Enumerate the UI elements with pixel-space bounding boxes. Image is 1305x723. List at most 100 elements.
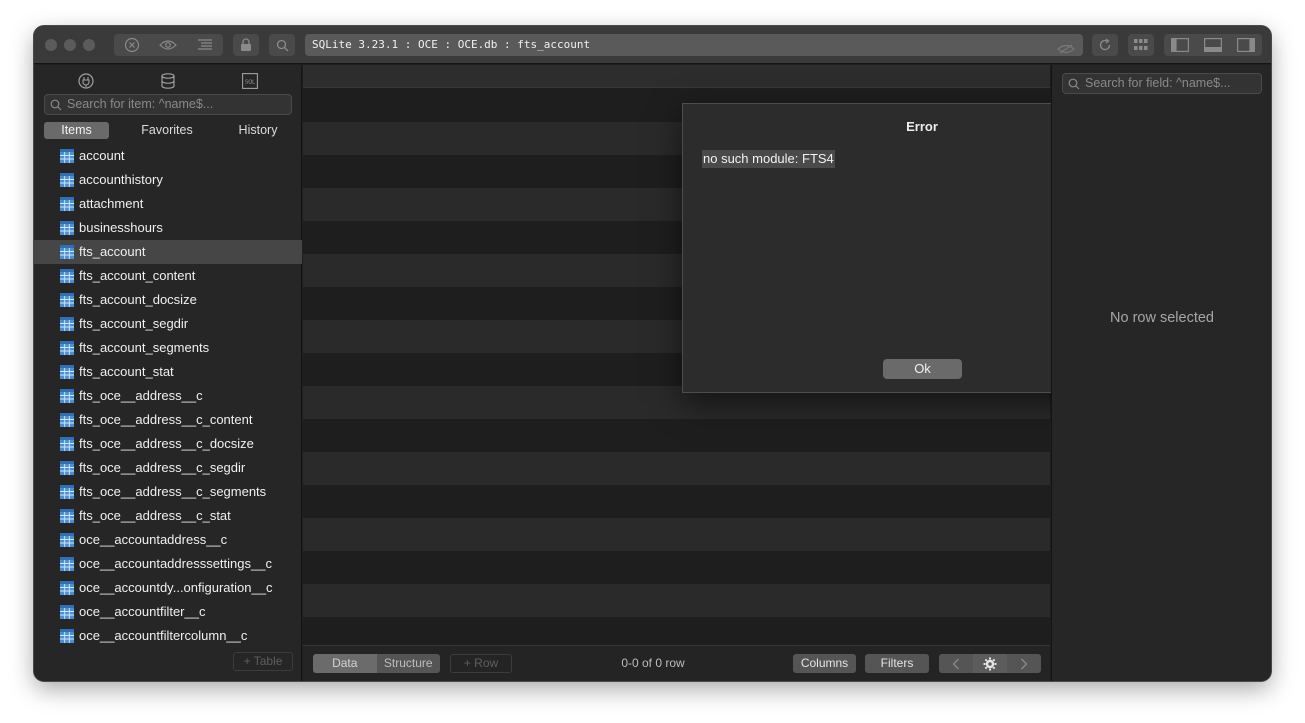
sql-mode-button[interactable]: SQL — [239, 70, 261, 92]
svg-text:SQL: SQL — [245, 80, 255, 86]
table-icon — [60, 317, 74, 331]
grid-bottom-bar: Data Structure + Row 0-0 of 0 row Column… — [303, 645, 1050, 681]
table-icon — [60, 437, 74, 451]
sidebar-item-label: oce__accountfilter__c — [79, 604, 206, 619]
grid-icon — [1134, 39, 1148, 50]
connection-path-bar[interactable]: SQLite 3.23.1 : OCE : OCE.db : fts_accou… — [305, 34, 1083, 56]
page-settings-button[interactable] — [973, 654, 1007, 673]
connection-mode-button[interactable] — [75, 70, 97, 92]
layout-toggle-group — [1164, 34, 1262, 56]
lock-icon — [241, 38, 251, 51]
zoom-window-button[interactable] — [83, 39, 95, 51]
sidebar-item-fts-oce-address-c-segments[interactable]: fts_oce__address__c_segments — [34, 480, 302, 504]
table-icon — [60, 221, 74, 235]
sidebar: SQL Search for item: ^name$... Items Fav… — [34, 65, 302, 681]
sidebar-item-oce-accountfiltercolumn-c[interactable]: oce__accountfiltercolumn__c — [34, 624, 302, 648]
table-icon — [60, 197, 74, 211]
sidebar-item-fts-oce-address-c-docsize[interactable]: fts_oce__address__c_docsize — [34, 432, 302, 456]
ok-button[interactable]: Ok — [883, 359, 962, 379]
sidebar-item-label: account — [79, 148, 125, 163]
sidebar-item-accounthistory[interactable]: accounthistory — [34, 168, 302, 192]
sidebar-item-label: fts_account_segments — [79, 340, 210, 355]
sidebar-tabs: Items Favorites History — [44, 122, 292, 139]
sidebar-item-oce-accountaddresssettings-c[interactable]: oce__accountaddresssettings__c — [34, 552, 302, 576]
filters-button[interactable]: Filters — [865, 654, 929, 673]
table-icon — [60, 581, 74, 595]
data-grid: Data Structure + Row 0-0 of 0 row Column… — [303, 65, 1162, 681]
table-row — [303, 452, 1050, 485]
field-search-input[interactable]: Search for field: ^name$... — [1062, 73, 1262, 94]
next-page-button[interactable] — [1007, 654, 1041, 673]
grid-button[interactable] — [1128, 34, 1154, 56]
database-mode-button[interactable] — [157, 70, 179, 92]
view-mode-segmented-control: Data Structure — [313, 654, 440, 673]
sidebar-item-label: accounthistory — [79, 172, 163, 187]
item-search-input[interactable]: Search for item: ^name$... — [44, 94, 292, 115]
table-icon — [60, 149, 74, 163]
sidebar-item-oce-accountfilter-c[interactable]: oce__accountfilter__c — [34, 600, 302, 624]
sidebar-item-fts-oce-address-c-stat[interactable]: fts_oce__address__c_stat — [34, 504, 302, 528]
search-icon — [276, 39, 288, 51]
table-icon — [60, 461, 74, 475]
sidebar-item-fts-oce-address-c-content[interactable]: fts_oce__address__c_content — [34, 408, 302, 432]
sidebar-item-oce-accountaddress-c[interactable]: oce__accountaddress__c — [34, 528, 302, 552]
previous-page-button[interactable] — [939, 654, 973, 673]
sidebar-mode-icons: SQL — [34, 70, 302, 92]
left-pane-icon — [1171, 38, 1190, 52]
toggle-left-pane-button[interactable] — [1164, 34, 1197, 56]
add-table-button[interactable]: + Table — [233, 652, 293, 671]
preview-button[interactable] — [150, 34, 186, 56]
database-icon — [161, 73, 175, 89]
search-button[interactable] — [269, 34, 295, 56]
table-icon — [60, 509, 74, 523]
table-row — [303, 485, 1050, 518]
sidebar-item-fts-oce-address-c[interactable]: fts_oce__address__c — [34, 384, 302, 408]
minimize-window-button[interactable] — [64, 39, 76, 51]
toggle-bottom-pane-button[interactable] — [1197, 34, 1230, 56]
format-button[interactable] — [187, 34, 223, 56]
sidebar-item-label: fts_oce__address__c — [79, 388, 203, 403]
table-icon — [60, 389, 74, 403]
refresh-button[interactable] — [1092, 34, 1118, 56]
sidebar-item-oce-accountdy-onfiguration-c[interactable]: oce__accountdy...onfiguration__c — [34, 576, 302, 600]
hidden-eye-icon — [1057, 40, 1075, 56]
tab-favorites[interactable]: Favorites — [131, 122, 203, 139]
sidebar-item-fts-account-segments[interactable]: fts_account_segments — [34, 336, 302, 360]
row-count-label: 0-0 of 0 row — [621, 656, 685, 670]
tab-items[interactable]: Items — [44, 122, 109, 139]
cancel-query-button[interactable] — [114, 34, 150, 56]
toolbar: SQLite 3.23.1 : OCE : OCE.db : fts_accou… — [34, 26, 1271, 64]
data-view-button[interactable]: Data — [313, 654, 377, 673]
search-icon — [50, 98, 62, 117]
structure-view-button[interactable]: Structure — [376, 654, 440, 673]
sidebar-item-fts-account-content[interactable]: fts_account_content — [34, 264, 302, 288]
columns-button[interactable]: Columns — [793, 654, 856, 673]
table-icon — [60, 533, 74, 547]
lock-button[interactable] — [233, 34, 259, 56]
sidebar-item-label: businesshours — [79, 220, 163, 235]
add-row-button[interactable]: + Row — [450, 654, 512, 673]
sidebar-item-fts-account[interactable]: fts_account — [34, 240, 302, 264]
close-window-button[interactable] — [45, 39, 57, 51]
row-detail-panel: Search for field: ^name$... No row selec… — [1051, 65, 1271, 681]
sidebar-item-label: fts_account_content — [79, 268, 196, 283]
table-row — [303, 584, 1050, 617]
sidebar-item-attachment[interactable]: attachment — [34, 192, 302, 216]
table-row — [303, 518, 1050, 551]
sidebar-item-label: oce__accountdy...onfiguration__c — [79, 580, 273, 595]
tab-history[interactable]: History — [224, 122, 292, 139]
table-icon — [60, 269, 74, 283]
sidebar-item-fts-account-stat[interactable]: fts_account_stat — [34, 360, 302, 384]
column-header-row — [303, 65, 1050, 88]
sidebar-item-fts-oce-address-c-segdir[interactable]: fts_oce__address__c_segdir — [34, 456, 302, 480]
field-search-placeholder: Search for field: ^name$... — [1085, 76, 1231, 90]
list-icon — [197, 39, 212, 50]
sidebar-item-businesshours[interactable]: businesshours — [34, 216, 302, 240]
chevron-right-icon — [1021, 658, 1028, 669]
sidebar-item-account[interactable]: account — [34, 144, 302, 168]
close-circle-icon — [125, 37, 140, 53]
toggle-right-pane-button[interactable] — [1229, 34, 1262, 56]
sidebar-item-fts-account-docsize[interactable]: fts_account_docsize — [34, 288, 302, 312]
sidebar-item-fts-account-segdir[interactable]: fts_account_segdir — [34, 312, 302, 336]
query-tools-group — [114, 34, 223, 56]
